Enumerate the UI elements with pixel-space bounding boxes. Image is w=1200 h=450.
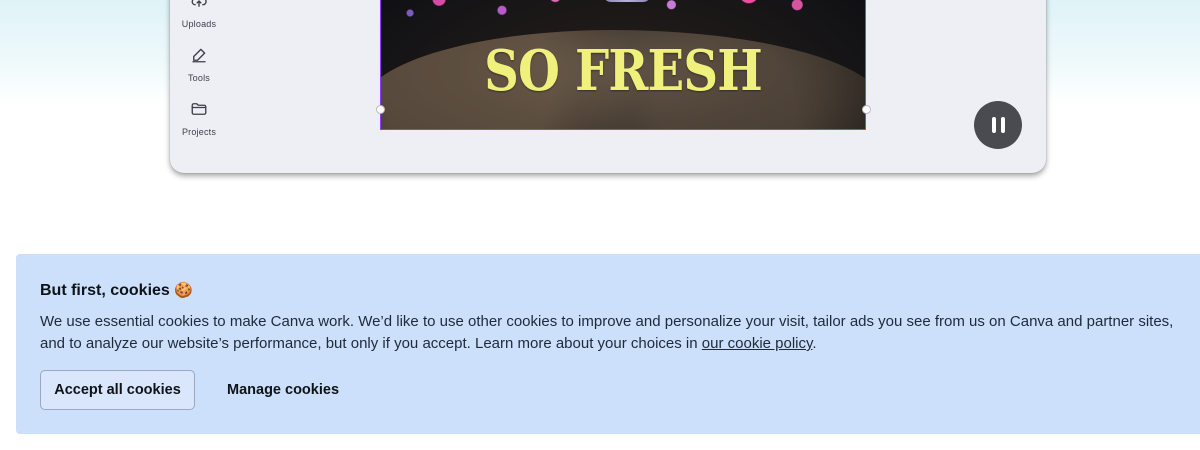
sidebar-item-projects[interactable]: Projects [170,100,228,140]
folder-icon [190,100,208,123]
cookie-banner-text: We use essential cookies to make Canva w… [40,311,1200,355]
product-bottle: N [603,0,651,2]
resize-handle-right[interactable] [862,105,871,114]
cookie-banner: But first, cookies 🍪 We use essential co… [16,254,1200,434]
pen-tool-icon [190,46,208,69]
sidebar-item-label: Tools [187,73,210,83]
accept-all-cookies-button[interactable]: Accept all cookies [40,370,195,410]
cookie-title-text: But first, cookies [40,282,170,299]
sidebar-item-uploads[interactable]: Uploads [170,0,228,32]
resize-handle-left[interactable] [376,105,385,114]
cookie-banner-title: But first, cookies 🍪 [40,281,193,300]
cookie-description: We use essential cookies to make Canva w… [40,313,1174,352]
pause-icon [989,117,1007,133]
cookie-text-end: . [812,335,817,352]
design-canvas[interactable]: N SO FRESH [380,0,866,130]
cloud-upload-icon [190,0,208,15]
pause-button[interactable] [974,101,1022,149]
cookie-policy-link[interactable]: our cookie policy [702,335,813,352]
manage-cookies-button[interactable]: Manage cookies [212,370,354,410]
editor-preview-card: Uploads Tools Projects N [170,0,1046,173]
sidebar-item-label: Projects [181,127,217,137]
flowers-decoration [381,0,865,35]
sidebar-item-label: Uploads [181,19,217,29]
cookie-emoji-icon: 🍪 [174,281,193,299]
design-headline[interactable]: SO FRESH [415,38,831,104]
sidebar-item-tools[interactable]: Tools [170,46,228,86]
